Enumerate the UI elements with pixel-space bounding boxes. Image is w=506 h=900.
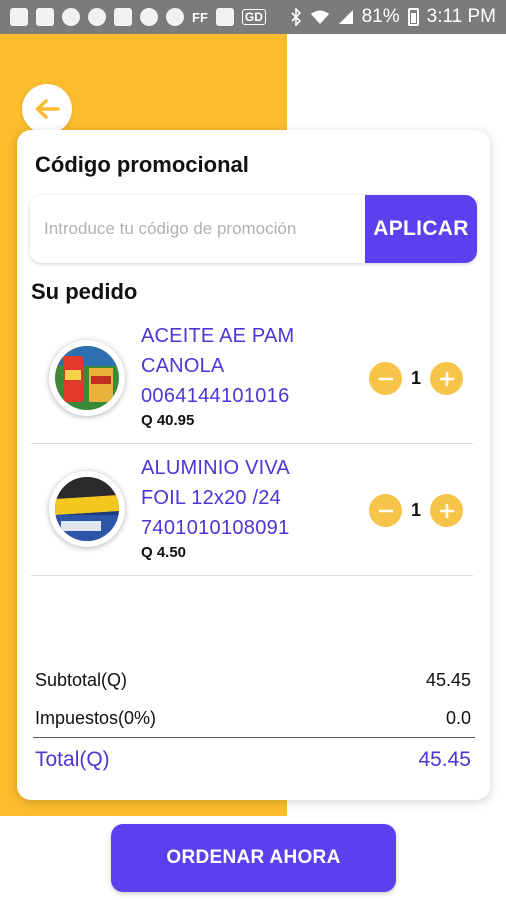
promo-code-input[interactable] <box>30 195 365 263</box>
promo-title: Código promocional <box>35 152 249 177</box>
product-price: Q 40.95 <box>141 412 195 429</box>
image-icon <box>114 8 132 26</box>
quantity-stepper: 1 <box>369 362 463 395</box>
play-icon <box>166 8 184 26</box>
product-name[interactable]: ALUMINIO VIVA FOIL 12x20 /24 <box>141 453 331 513</box>
product-thumbnail <box>49 340 125 416</box>
decrease-quantity-button[interactable] <box>369 362 402 395</box>
decrease-quantity-button[interactable] <box>369 494 402 527</box>
minus-icon <box>378 509 393 512</box>
increase-quantity-button[interactable] <box>430 362 463 395</box>
order-card: Código promocional APLICAR Su pedido ACE… <box>17 130 490 800</box>
plus-icon <box>439 503 454 518</box>
order-item: ALUMINIO VIVA FOIL 12x20 /24 74010101080… <box>31 444 473 576</box>
quantity-value: 1 <box>410 500 421 520</box>
total-label: Total(Q) <box>35 748 110 771</box>
arrow-left-icon <box>35 99 60 119</box>
tax-label: Impuestos(0%) <box>35 708 157 728</box>
facebook-icon <box>36 8 54 26</box>
messenger-icon <box>88 8 106 26</box>
increase-quantity-button[interactable] <box>430 494 463 527</box>
clipboard-icon <box>215 8 234 26</box>
status-bar: FF GD 81% 3:11 PM <box>0 0 506 34</box>
product-price: Q 4.50 <box>141 544 187 561</box>
system-icons: 81% 3:11 PM <box>290 6 496 28</box>
bluetooth-icon <box>291 8 301 26</box>
battery-percent: 81% <box>361 6 400 27</box>
notification-icons: FF GD <box>10 8 266 26</box>
product-thumbnail <box>49 471 125 547</box>
subtotal-row: Subtotal(Q) 45.45 <box>35 670 471 691</box>
message-icon <box>10 8 28 26</box>
subtotal-value: 45.45 <box>425 670 471 690</box>
total-value: 45.45 <box>418 748 471 771</box>
product-code: 7401010108091 <box>141 517 290 539</box>
product-image <box>55 346 119 410</box>
product-name[interactable]: ACEITE AE PAM CANOLA <box>141 321 331 381</box>
quantity-stepper: 1 <box>369 494 463 527</box>
wifi-icon <box>310 10 329 24</box>
summary-divider <box>33 737 475 738</box>
ff-icon: FF <box>192 9 208 25</box>
signal-icon <box>338 10 353 24</box>
total-row: Total(Q) 45.45 <box>35 748 471 772</box>
product-code: 0064144101016 <box>141 385 290 407</box>
plus-icon <box>439 371 454 386</box>
apply-button[interactable]: APLICAR <box>365 195 477 263</box>
promo-code-row: APLICAR <box>30 195 477 263</box>
tax-row: Impuestos(0%) 0.0 <box>35 708 471 729</box>
product-image <box>55 477 119 541</box>
order-item: ACEITE AE PAM CANOLA 0064144101016 Q 40.… <box>31 312 473 444</box>
back-button[interactable] <box>22 84 72 134</box>
messenger-icon <box>62 8 80 26</box>
whatsapp-icon <box>140 8 158 26</box>
tax-value: 0.0 <box>445 708 471 728</box>
order-now-button[interactable]: ORDENAR AHORA <box>111 824 396 892</box>
order-title: Su pedido <box>31 279 138 304</box>
minus-icon <box>378 377 393 380</box>
subtotal-label: Subtotal(Q) <box>35 670 128 690</box>
clock: 3:11 PM <box>426 6 496 27</box>
quantity-value: 1 <box>410 368 421 388</box>
battery-icon <box>407 8 419 26</box>
gd-icon: GD <box>241 9 266 25</box>
